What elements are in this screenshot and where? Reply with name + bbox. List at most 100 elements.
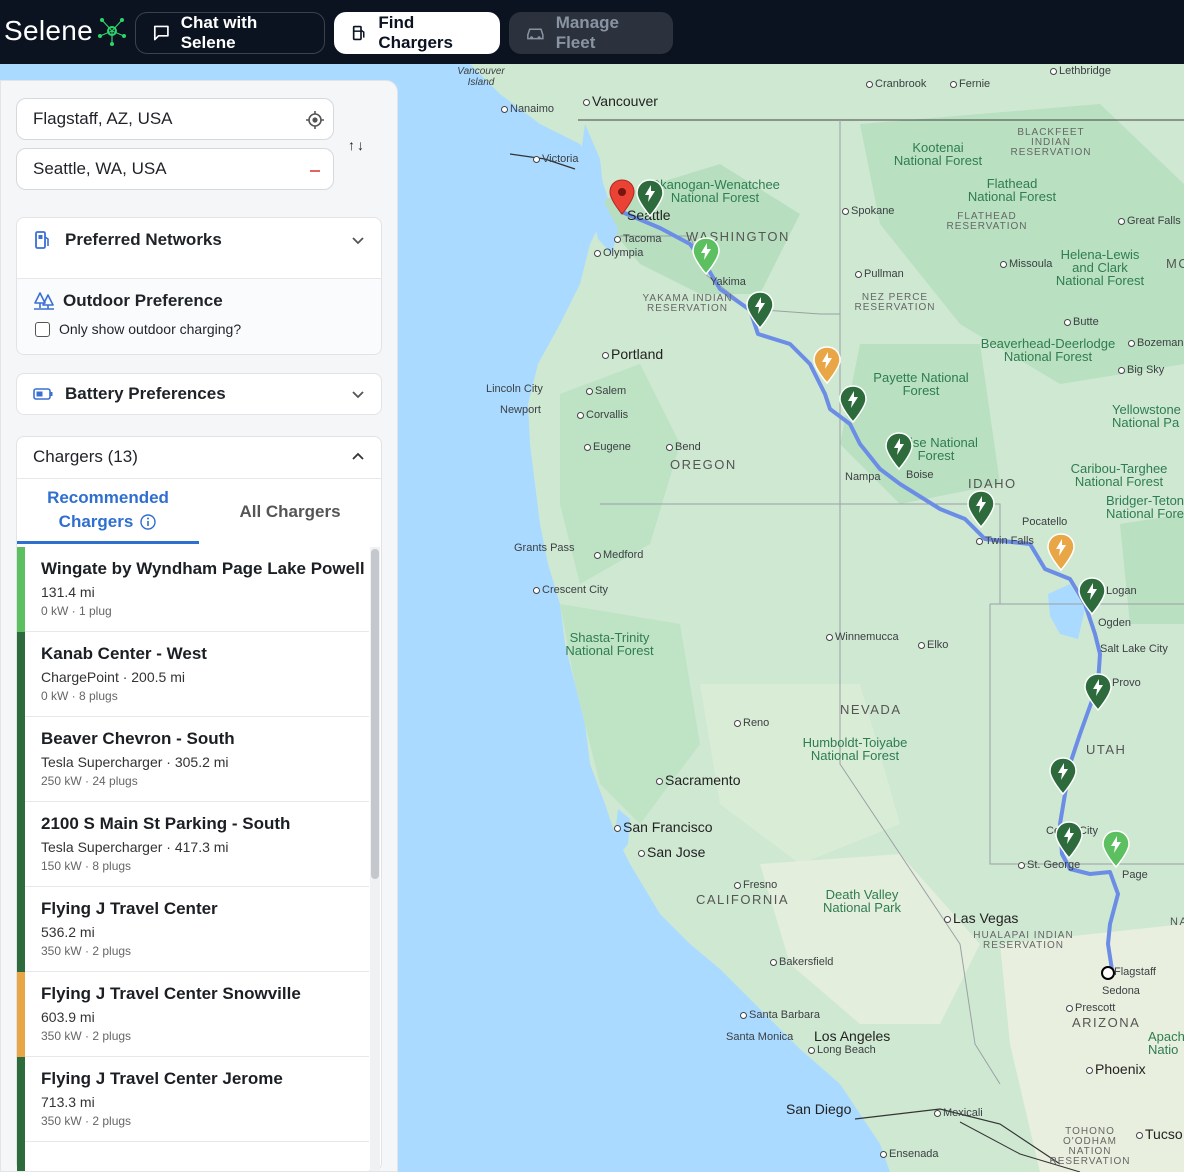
chat-with-selene-button[interactable]: Chat with Selene [135, 12, 325, 54]
outdoor-preference-header: Outdoor Preference [33, 291, 223, 311]
charger-status-bar [17, 1057, 25, 1142]
charger-pin-icon[interactable] [1077, 576, 1107, 616]
map-label: Salt Lake City [1100, 643, 1168, 655]
map-label: Death Valley National Park [822, 887, 902, 915]
charger-pin-icon[interactable] [691, 236, 721, 276]
map-label: Nanaimo [501, 104, 554, 115]
charger-power-plugs: 150 kW · 8 plugs [41, 859, 132, 873]
map-label: TOHONO O'ODHAM NATION RESERVATION [1049, 1126, 1131, 1167]
map-label: HUALAPAI INDIAN RESERVATION [973, 930, 1074, 951]
remove-destination-icon[interactable] [305, 160, 325, 180]
origin-value: Flagstaff, AZ, USA [33, 109, 173, 128]
map-label: Nampa [845, 471, 881, 483]
charger-list-item[interactable]: 2100 S Main St Parking - South Tesla Supe… [17, 802, 369, 887]
map-label: Victoria [533, 154, 578, 165]
outdoor-charging-checkbox[interactable] [35, 321, 50, 337]
outdoor-charging-option[interactable]: Only show outdoor charging? [35, 321, 241, 337]
charger-pin-icon[interactable] [745, 290, 775, 330]
map-label: Vancouver [583, 94, 658, 108]
charger-pin-icon[interactable] [1083, 672, 1113, 712]
map-label: Lethbridge [1050, 66, 1111, 77]
charger-pin-icon[interactable] [1048, 756, 1078, 796]
tab-recommended-label-line2: Chargers [58, 512, 134, 531]
battery-preferences-title: Battery Preferences [65, 384, 226, 403]
charger-list-item[interactable]: Beaver Chevron - South Tesla Supercharger… [17, 717, 369, 802]
map-label: Spokane [842, 206, 894, 217]
preferred-networks-header[interactable]: Preferred Networks [17, 218, 381, 262]
map-label: Provo [1112, 677, 1141, 689]
charger-name: Flying J Travel Center [41, 899, 218, 918]
map-label: Bend [666, 442, 701, 453]
map-label: Fresno [734, 880, 777, 891]
charger-status-bar [17, 887, 25, 972]
map-label: Portland [602, 347, 663, 361]
map-label: St. George [1018, 860, 1080, 871]
map-label: Flathead National Forest [967, 176, 1057, 204]
find-chargers-button[interactable]: Find Chargers [334, 12, 500, 54]
fuel-pump-icon [352, 25, 365, 41]
map-label: San Jose [638, 845, 705, 859]
charger-pin-icon[interactable] [1101, 829, 1131, 869]
map-label: ARIZONA [1072, 1015, 1141, 1030]
destination-pin-icon[interactable] [607, 178, 637, 218]
battery-preferences-header[interactable]: Battery Preferences [17, 374, 381, 414]
charger-list-scrollbar[interactable] [371, 549, 379, 879]
tab-recommended-chargers[interactable]: Recommended Chargers [17, 479, 199, 544]
origin-input[interactable]: Flagstaff, AZ, USA [16, 98, 334, 140]
map-label: Apach Natio [1148, 1029, 1184, 1057]
tab-all-chargers[interactable]: All Chargers [199, 479, 381, 544]
charger-name: 2100 S Main St Parking - South [41, 814, 291, 833]
charger-pin-icon[interactable] [884, 431, 914, 471]
map-label: Ogden [1098, 617, 1132, 629]
charger-pin-icon[interactable] [812, 345, 842, 385]
map-label: UTAH [1086, 742, 1127, 757]
charger-name: Flying J Travel Center Jerome [41, 1069, 283, 1088]
current-location-icon[interactable] [305, 110, 325, 130]
network-logo-icon [98, 18, 126, 46]
charger-pin-icon[interactable] [1046, 532, 1076, 572]
chargers-panel: Chargers (13) Recommended Chargers All C… [16, 436, 382, 1171]
charging-station-icon [35, 231, 49, 249]
charger-list-item[interactable]: Flying J Travel Center Snowville 603.9 mi… [17, 972, 369, 1057]
charger-pin-icon[interactable] [838, 384, 868, 424]
app-logo[interactable]: Selene [4, 14, 127, 48]
map-label: Beaverhead-Deerlodge National Forest [980, 336, 1116, 364]
map-label: Kootenai National Forest [893, 140, 983, 168]
map-label: OREGON [670, 457, 737, 472]
map-label: YAKAMA INDIAN RESERVATION [642, 293, 733, 314]
charger-list-item[interactable] [17, 1142, 369, 1171]
tab-recommended-label-line1: Recommended [47, 488, 169, 507]
info-icon[interactable] [139, 513, 157, 531]
outdoor-preference-title: Outdoor Preference [63, 291, 223, 310]
map-label: Newport [500, 404, 541, 416]
find-chargers-label: Find Chargers [378, 13, 453, 52]
charger-pin-icon[interactable] [966, 489, 996, 529]
map-label: Santa Monica [726, 1031, 794, 1043]
charger-pin-icon[interactable] [635, 178, 665, 218]
map-label: FLATHEAD RESERVATION [946, 211, 1028, 232]
map-label: Yakima [710, 276, 746, 288]
map-label: Winnemucca [826, 632, 899, 643]
map-label: Prescott [1066, 1003, 1115, 1014]
map-label: Eugene [584, 442, 631, 453]
charger-list-item[interactable]: Kanab Center - West ChargePoint · 200.5 m… [17, 632, 369, 717]
charger-list-item[interactable]: Flying J Travel Center Jerome 713.3 mi 350… [17, 1057, 369, 1142]
map-label: Humboldt-Toiyabe National Forest [802, 735, 908, 763]
map-label: Boise [906, 469, 934, 481]
map-label: Ensenada [880, 1149, 939, 1160]
battery-icon [33, 388, 53, 400]
chargers-header[interactable]: Chargers (13) [17, 437, 381, 477]
map-label: NA [1170, 916, 1184, 928]
battery-preferences-panel: Battery Preferences [16, 373, 382, 415]
manage-fleet-button[interactable]: Manage Fleet [509, 12, 673, 54]
swap-route-button[interactable]: ↑↓ [348, 137, 366, 153]
charger-list-item[interactable]: Flying J Travel Center 536.2 mi 350 kW · 2… [17, 887, 369, 972]
route-sidebar: Flagstaff, AZ, USA Seattle, WA, USA ↑↓ P… [0, 80, 398, 1172]
charger-list-item[interactable]: Wingate by Wyndham Page Lake Powell 131.4… [17, 547, 369, 632]
preferred-networks-title: Preferred Networks [65, 230, 222, 249]
map-label: NEZ PERCE RESERVATION [854, 292, 936, 313]
charger-name: Beaver Chevron - South [41, 729, 235, 748]
charger-pin-icon[interactable] [1054, 820, 1084, 860]
destination-input[interactable]: Seattle, WA, USA [16, 148, 334, 190]
charger-status-bar [17, 802, 25, 887]
